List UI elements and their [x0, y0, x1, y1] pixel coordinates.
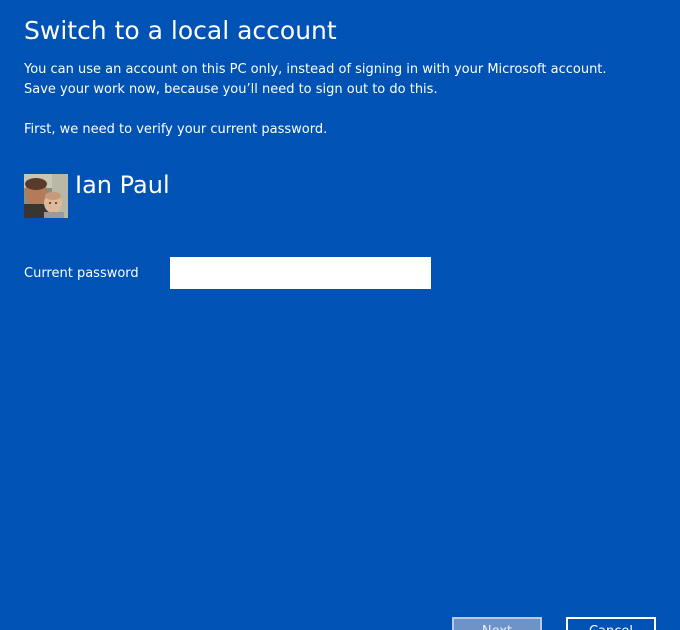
description-line-1: You can use an account on this PC only, …	[24, 62, 607, 77]
current-password-field[interactable]	[170, 257, 431, 289]
current-password-label: Current password	[24, 266, 139, 281]
verify-prompt: First, we need to verify your current pa…	[24, 122, 328, 137]
next-button[interactable]: Next	[452, 617, 542, 630]
switch-local-account-page: Switch to a local account You can use an…	[0, 0, 680, 630]
cancel-button[interactable]: Cancel	[566, 617, 656, 630]
description-line-2: Save your work now, because you’ll need …	[24, 82, 438, 97]
user-photo-icon	[24, 174, 68, 218]
user-name: Ian Paul	[75, 171, 170, 199]
page-title: Switch to a local account	[24, 16, 337, 45]
avatar-image	[24, 174, 68, 218]
